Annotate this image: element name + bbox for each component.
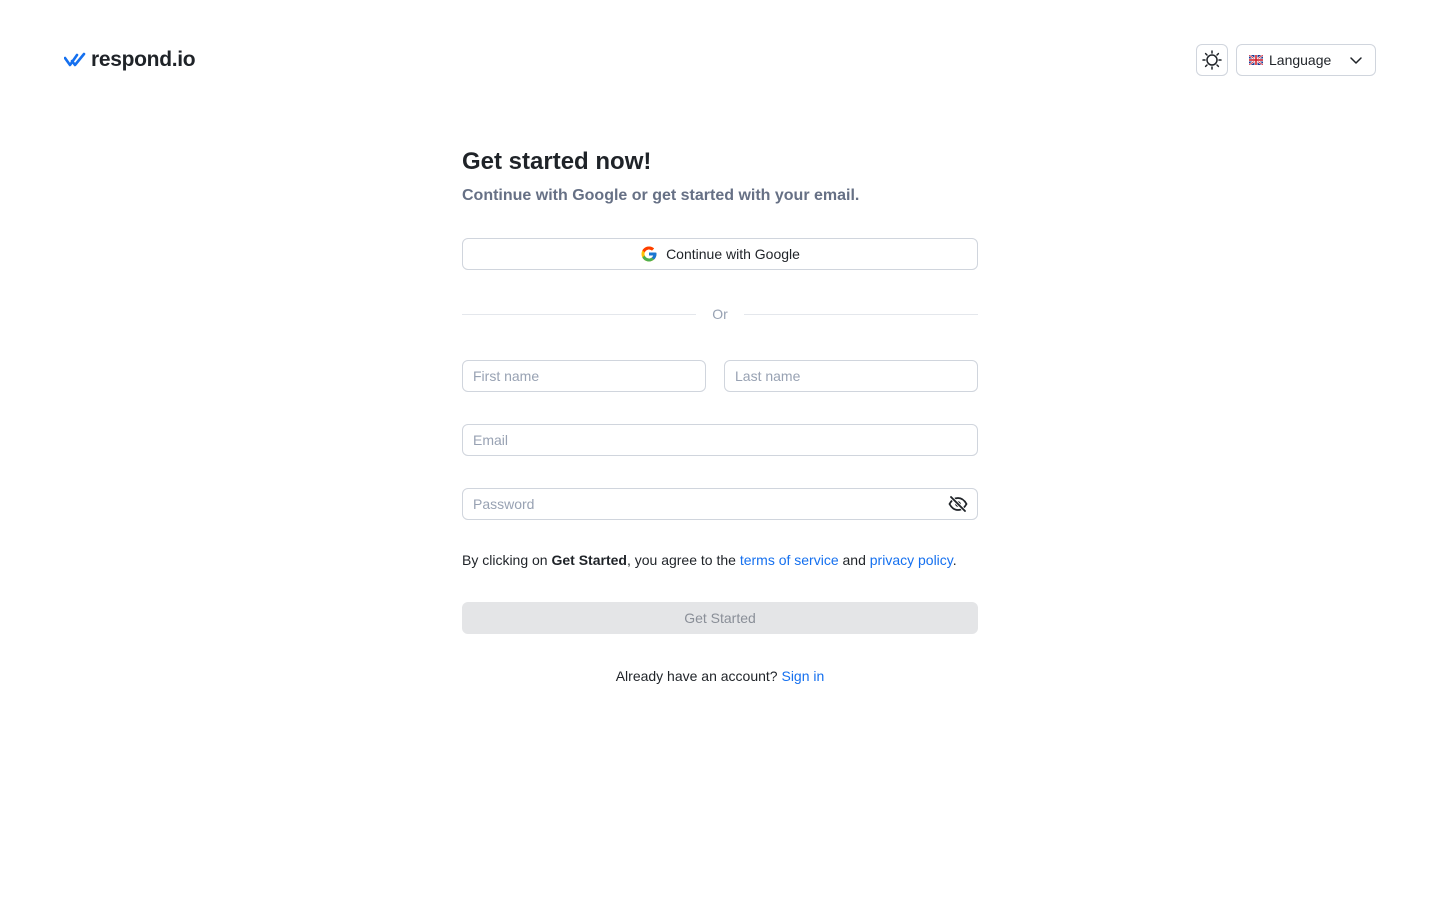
terms-notice: By clicking on Get Started, you agree to…: [462, 550, 978, 570]
eye-off-icon: [948, 496, 968, 512]
name-row: [462, 360, 978, 392]
google-button-label: Continue with Google: [666, 246, 800, 262]
first-name-input[interactable]: [462, 360, 706, 392]
logo[interactable]: respond.io: [64, 46, 196, 74]
terms-suffix: .: [952, 552, 957, 568]
divider-line-right: [743, 313, 978, 315]
language-select[interactable]: Language: [1236, 44, 1376, 76]
or-divider: Or: [462, 304, 978, 324]
chevron-down-icon: [1350, 57, 1362, 64]
email-input[interactable]: [462, 424, 978, 456]
privacy-policy-link[interactable]: privacy policy: [870, 552, 953, 568]
signup-form: Get started now! Continue with Google or…: [462, 146, 978, 684]
password-field: [462, 488, 978, 520]
language-label: Language: [1269, 52, 1332, 68]
google-icon: [641, 246, 657, 262]
logo-check-icon: [64, 52, 86, 67]
continue-with-google-button[interactable]: Continue with Google: [462, 238, 978, 270]
page-title: Get started now!: [462, 148, 652, 175]
terms-and: and: [838, 552, 870, 568]
terms-of-service-link[interactable]: terms of service: [740, 552, 839, 568]
top-bar: respond.io Language: [0, 0, 1440, 120]
page-subtitle: Continue with Google or get started with…: [462, 187, 860, 204]
sign-in-link[interactable]: Sign in: [781, 668, 824, 684]
terms-prefix: By clicking on: [462, 552, 552, 568]
uk-flag-icon: [1249, 55, 1263, 65]
signin-prompt: Already have an account? Sign in: [462, 668, 978, 684]
divider-label: Or: [712, 306, 728, 322]
last-name-input[interactable]: [724, 360, 978, 392]
toggle-password-visibility-button[interactable]: [948, 495, 968, 513]
terms-middle: , you agree to the: [626, 552, 740, 568]
sun-icon: [1202, 50, 1222, 70]
theme-toggle-button[interactable]: [1196, 44, 1228, 76]
signin-prompt-text: Already have an account?: [615, 668, 782, 684]
terms-bold: Get Started: [551, 552, 627, 568]
logo-text: respond.io: [91, 48, 196, 71]
divider-line-left: [462, 313, 697, 315]
password-input[interactable]: [462, 488, 978, 520]
get-started-button[interactable]: Get Started: [462, 602, 978, 634]
